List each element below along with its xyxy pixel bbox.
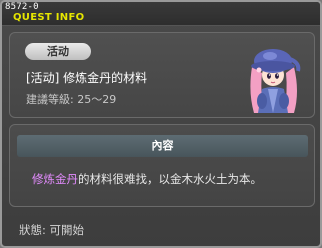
quest-description: 修炼金丹的材料很难找，以金木水火土为本。: [32, 171, 262, 187]
quest-info-window: 8572-0 QUEST INFO 活动 [活动] 修炼金丹的材料 建議等級: …: [0, 0, 322, 248]
quest-content-panel: 內容 修炼金丹的材料很难找，以金木水火土为本。: [9, 124, 315, 207]
quest-category-badge: 活动: [25, 43, 91, 60]
quest-status: 狀態: 可開始: [19, 223, 85, 237]
npc-portrait-icon: [250, 49, 301, 113]
title-divider: [2, 25, 320, 26]
content-header: 內容: [17, 135, 308, 157]
quest-name: [活动] 修炼金丹的材料: [26, 71, 148, 85]
window-title: QUEST INFO: [13, 12, 85, 23]
window-id: 8572-0: [5, 2, 39, 12]
recommended-level: 建議等級: 25～29: [26, 93, 117, 106]
description-highlight: 修炼金丹: [32, 172, 78, 186]
title-bar[interactable]: 8572-0 QUEST INFO: [2, 2, 320, 26]
quest-summary-panel: 活动 [活动] 修炼金丹的材料 建議等級: 25～29: [9, 32, 315, 118]
description-text: 的材料很难找，以金木水火土为本。: [78, 172, 262, 186]
